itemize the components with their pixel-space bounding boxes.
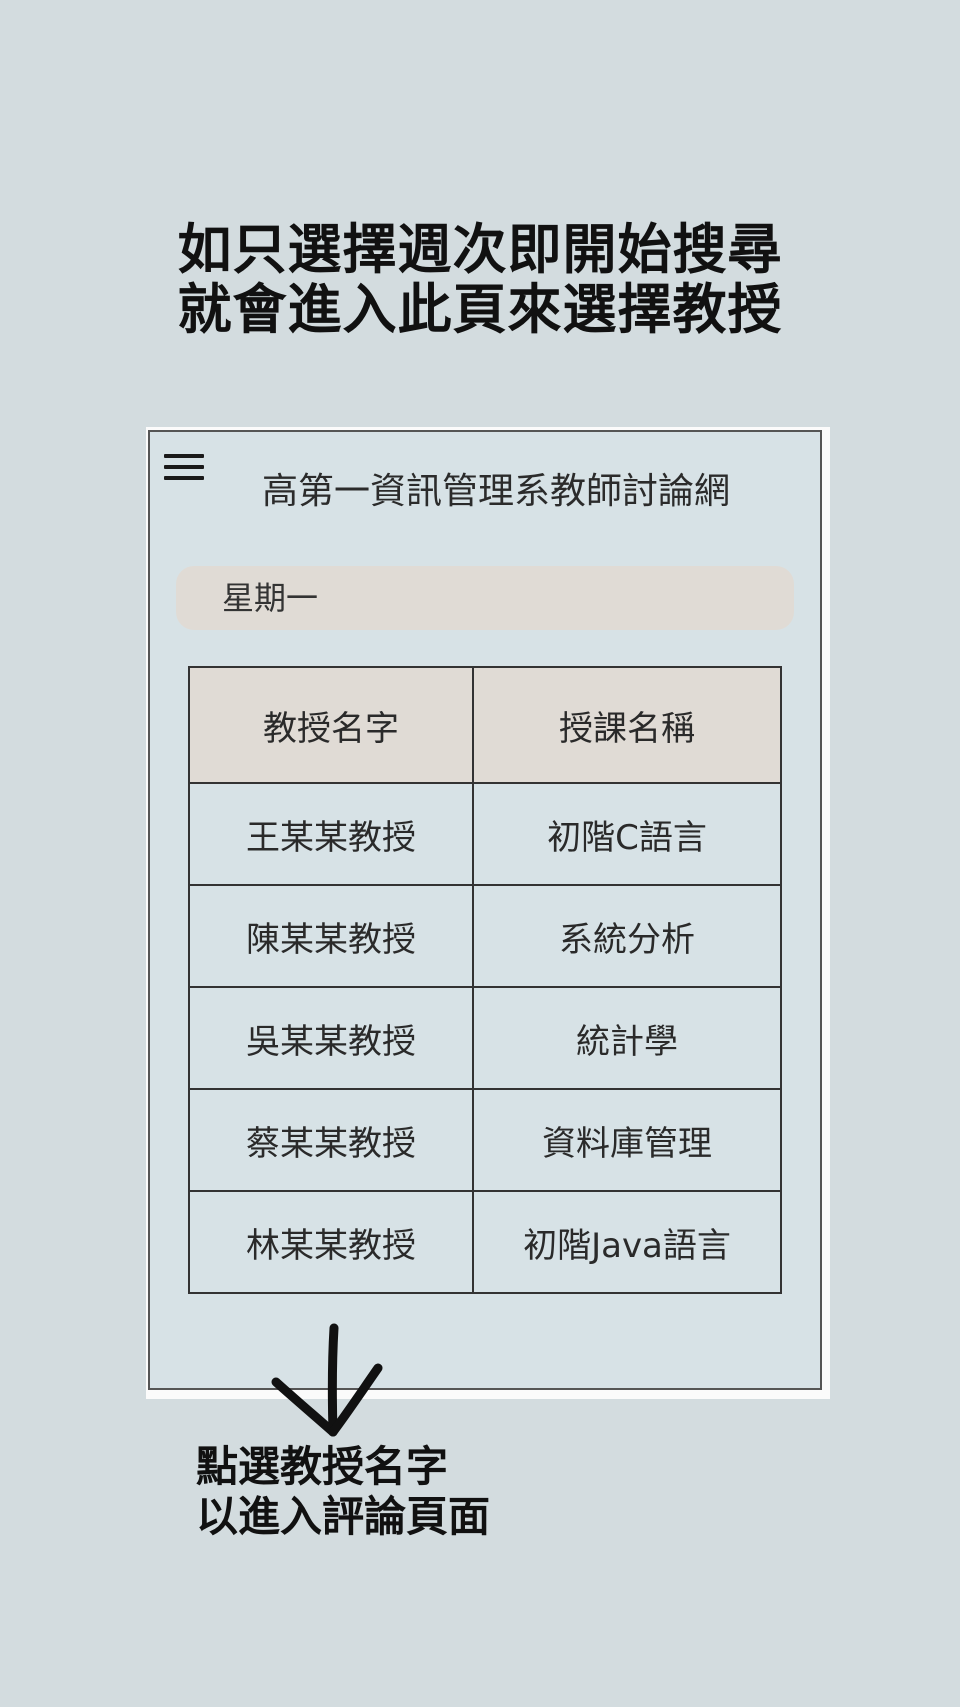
professor-name-cell[interactable]: 吳某某教授	[188, 986, 474, 1090]
hand-drawn-down-arrow-icon	[271, 1323, 383, 1437]
course-name-cell: 資料庫管理	[472, 1088, 782, 1192]
table-row: 林某某教授 初階Java語言	[188, 1190, 782, 1294]
headline: 如只選擇週次即開始搜尋 就會進入此頁來選擇教授	[0, 220, 960, 340]
annotation-line-2: 以進入評論頁面	[196, 1492, 491, 1541]
course-name-cell: 初階C語言	[472, 782, 782, 886]
header-professor-name: 教授名字	[188, 666, 474, 784]
professor-name-cell[interactable]: 王某某教授	[188, 782, 474, 886]
professor-table: 教授名字 授課名稱 王某某教授 初階C語言 陳某某教授 系統分析 吳某某教授 統…	[188, 666, 782, 1294]
course-name-cell: 系統分析	[472, 884, 782, 988]
header-course-name: 授課名稱	[472, 666, 782, 784]
professor-name-cell[interactable]: 林某某教授	[188, 1190, 474, 1294]
course-name-cell: 初階Java語言	[472, 1190, 782, 1294]
table-header-row: 教授名字 授課名稱	[188, 666, 782, 784]
day-select[interactable]: 星期一	[176, 566, 794, 630]
app-title: 高第一資訊管理系教師討論網	[262, 471, 731, 512]
table-row: 陳某某教授 系統分析	[188, 884, 782, 988]
hamburger-menu-icon[interactable]	[164, 454, 204, 484]
annotation-hint: 點選教授名字 以進入評論頁面	[196, 1442, 490, 1542]
table-row: 王某某教授 初階C語言	[188, 782, 782, 886]
professor-name-cell[interactable]: 陳某某教授	[188, 884, 474, 988]
table-row: 蔡某某教授 資料庫管理	[188, 1088, 782, 1192]
professor-name-cell[interactable]: 蔡某某教授	[188, 1088, 474, 1192]
course-name-cell: 統計學	[472, 986, 782, 1090]
table-row: 吳某某教授 統計學	[188, 986, 782, 1090]
phone-screen: 高第一資訊管理系教師討論網 星期一 教授名字 授課名稱 王某某教授 初階C語言 …	[148, 430, 822, 1390]
annotation-line-1: 點選教授名字	[196, 1442, 449, 1491]
headline-line-1: 如只選擇週次即開始搜尋	[177, 218, 783, 281]
headline-line-2: 就會進入此頁來選擇教授	[177, 278, 783, 341]
